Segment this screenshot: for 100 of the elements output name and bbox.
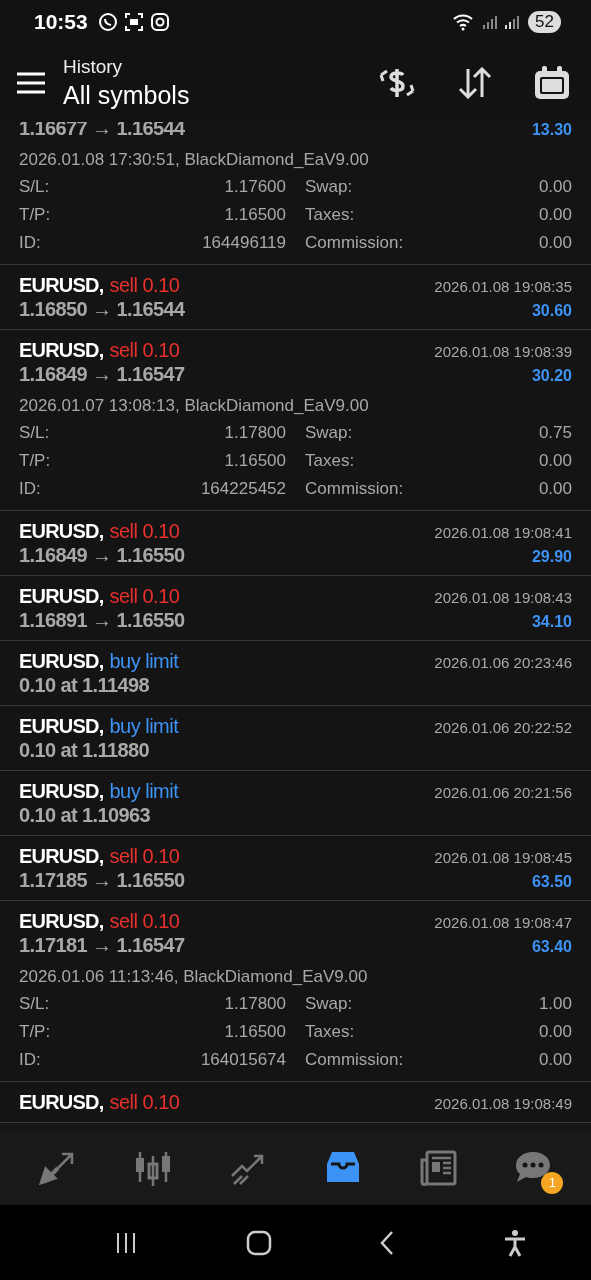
price-range: 1.16891 → 1.16550 — [19, 609, 185, 632]
field-value: 0.00 — [538, 451, 572, 471]
price-range: 0.10 at 1.11498 — [19, 674, 149, 697]
order-time: 2026.01.08 19:08:39 — [434, 343, 572, 360]
home-icon[interactable] — [245, 1229, 272, 1256]
order-time: 2026.01.08 19:08:41 — [434, 524, 572, 541]
symbol-name: EURUSD, — [19, 845, 104, 868]
symbol-name: EURUSD, — [19, 1091, 104, 1114]
field-value: 0.75 — [538, 423, 572, 443]
order-time: 2026.01.06 20:23:46 — [434, 654, 572, 671]
field-value: 0.00 — [538, 1050, 572, 1070]
order-type: sell 0.10 — [109, 1091, 180, 1114]
order-time: 2026.01.06 20:22:52 — [434, 719, 572, 736]
field-value: 0.00 — [538, 205, 572, 225]
field-label: Swap: — [305, 994, 354, 1014]
order-time: 2026.01.08 19:08:43 — [434, 589, 572, 606]
symbol-name: EURUSD, — [19, 650, 104, 673]
order-type: sell 0.10 — [109, 339, 180, 362]
symbol-name: EURUSD, — [19, 339, 104, 362]
order-type: sell 0.10 — [109, 520, 180, 543]
profit-value: 63.50 — [531, 873, 572, 891]
field-label: T/P: — [19, 205, 52, 225]
screen-title: History — [63, 56, 124, 78]
calendar-icon[interactable] — [533, 65, 571, 101]
battery-level: 52 — [528, 11, 561, 33]
notification-badge: 1 — [541, 1171, 564, 1194]
price-range: 1.16850 → 1.16544 — [19, 298, 185, 321]
profit-value: 13.30 — [531, 122, 572, 139]
order-time: 2026.01.08 19:08:45 — [434, 849, 572, 866]
field-label: Taxes: — [305, 451, 356, 471]
profit-value: 30.20 — [531, 367, 572, 385]
order-type: sell 0.10 — [109, 910, 180, 933]
order-type: buy limit — [109, 780, 179, 803]
order-info: 2026.01.08 17:30:51, BlackDiamond_EaV9.00 — [19, 149, 370, 171]
field-value: 164496119 — [202, 233, 286, 253]
price-range: 1.16849 → 1.16550 — [19, 544, 185, 567]
field-label: ID: — [19, 233, 42, 253]
order-type: sell 0.10 — [109, 585, 180, 608]
symbol-name: EURUSD, — [19, 520, 104, 543]
accessibility-icon[interactable] — [503, 1228, 528, 1257]
field-label: S/L: — [19, 177, 51, 197]
field-label: Taxes: — [305, 205, 356, 225]
field-label: ID: — [19, 1050, 42, 1070]
camera-app-icon — [149, 12, 170, 32]
field-value: 1.16500 — [224, 451, 286, 471]
price-range: 1.17185 → 1.16550 — [19, 869, 185, 892]
sort-icon[interactable] — [457, 67, 493, 99]
signal-icon — [504, 14, 521, 30]
order-time: 2026.01.06 20:21:56 — [434, 784, 572, 801]
field-label: Swap: — [305, 177, 354, 197]
field-label: Taxes: — [305, 1022, 356, 1042]
price-range: 1.16677 → 1.16544 — [19, 122, 185, 140]
symbol-filter[interactable]: All symbols — [63, 81, 337, 110]
back-icon[interactable] — [379, 1229, 396, 1256]
field-value: 0.00 — [538, 233, 572, 253]
field-label: S/L: — [19, 423, 51, 443]
price-range: 0.10 at 1.11880 — [19, 739, 149, 762]
field-value: 1.17800 — [224, 423, 286, 443]
field-label: Commission: — [305, 479, 405, 499]
field-value: 164015674 — [200, 1050, 286, 1070]
field-label: Commission: — [305, 233, 405, 253]
field-value: 1.00 — [538, 994, 572, 1014]
symbol-name: EURUSD, — [19, 585, 104, 608]
field-label: T/P: — [19, 1022, 52, 1042]
profit-value: 34.10 — [531, 613, 572, 631]
order-type: buy limit — [109, 715, 179, 738]
symbol-name: EURUSD, — [19, 780, 104, 803]
symbol-name: EURUSD, — [19, 274, 104, 297]
order-type: sell 0.10 — [109, 274, 180, 297]
profit-value: 30.60 — [531, 302, 572, 320]
price-range: 1.17181 → 1.16547 — [19, 934, 185, 957]
field-value: 1.16500 — [224, 205, 286, 225]
order-time: 2026.01.08 19:08:35 — [434, 278, 572, 295]
order-info: 2026.01.06 11:13:46, BlackDiamond_EaV9.00 — [19, 966, 369, 988]
order-type: buy limit — [109, 650, 179, 673]
field-label: Commission: — [305, 1050, 405, 1070]
signal-icon — [482, 14, 499, 30]
order-type: sell 0.10 — [109, 845, 180, 868]
menu-icon[interactable] — [17, 72, 45, 94]
field-value: 1.16500 — [224, 1022, 286, 1042]
clock-time: 10:53 — [34, 10, 88, 34]
field-value: 1.17800 — [224, 994, 286, 1014]
field-label: S/L: — [19, 994, 51, 1014]
profit-value: 63.40 — [531, 938, 572, 956]
field-value: 1.17600 — [224, 177, 286, 197]
order-info: 2026.01.07 13:08:13, BlackDiamond_EaV9.00 — [19, 395, 370, 417]
order-time: 2026.01.08 19:08:49 — [434, 1095, 572, 1112]
field-label: Swap: — [305, 423, 354, 443]
symbol-name: EURUSD, — [19, 715, 104, 738]
field-value: 0.00 — [538, 1022, 572, 1042]
field-value: 164225452 — [200, 479, 286, 499]
field-label: ID: — [19, 479, 42, 499]
field-value: 0.00 — [538, 479, 572, 499]
price-range: 1.16849 → 1.16547 — [19, 363, 185, 386]
field-value: 0.00 — [538, 177, 572, 197]
field-label: T/P: — [19, 451, 52, 471]
price-range: 0.10 at 1.10963 — [19, 804, 151, 827]
order-time: 2026.01.08 19:08:47 — [434, 914, 572, 931]
profit-value: 29.90 — [531, 548, 572, 566]
symbol-name: EURUSD, — [19, 910, 104, 933]
